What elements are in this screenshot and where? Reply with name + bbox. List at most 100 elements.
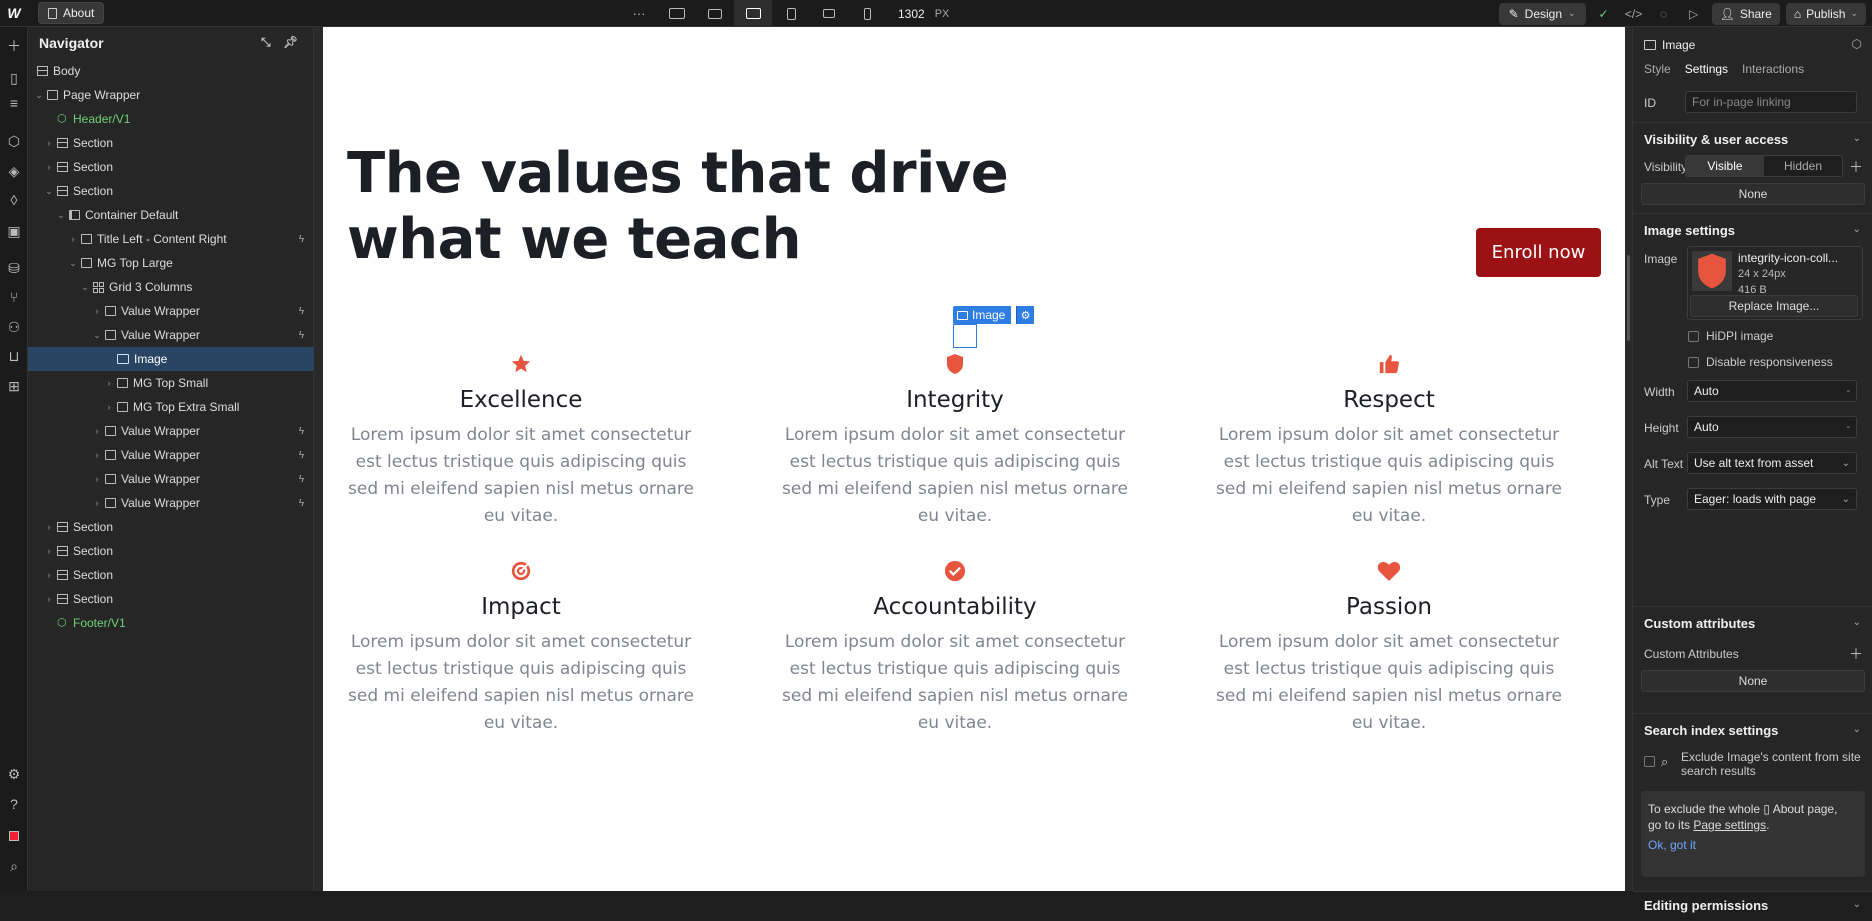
section-title[interactable]: Editing permissions xyxy=(1644,898,1768,913)
tree-item-footer-component[interactable]: ⬡ Footer/V1 xyxy=(28,611,314,635)
component-box-icon[interactable]: ⬡ xyxy=(1852,37,1862,51)
tree-item-value-wrapper[interactable]: › Value Wrapper ϟ xyxy=(28,443,314,467)
chevron-down-icon[interactable]: ⌄ xyxy=(34,90,44,101)
tree-item-section[interactable]: › Section xyxy=(28,131,314,155)
publish-button[interactable]: ⌂ Publish ⌄ xyxy=(1785,2,1866,25)
collapse-all-icon[interactable]: ⤡ xyxy=(261,35,271,50)
height-input[interactable]: Auto - xyxy=(1687,416,1857,438)
chevron-down-icon[interactable]: ⌄ xyxy=(1853,224,1861,235)
value-card-excellence[interactable]: Excellence Lorem ipsum dolor sit amet co… xyxy=(331,351,711,530)
chevron-right-icon[interactable]: › xyxy=(92,450,102,460)
chevron-down-icon[interactable]: ⌄ xyxy=(44,186,54,197)
chevron-down-icon[interactable]: ⌄ xyxy=(1853,617,1861,628)
chevron-right-icon[interactable]: › xyxy=(44,522,54,532)
share-button[interactable]: 👤︎ Share xyxy=(1711,2,1780,25)
design-canvas[interactable]: The values that drive what we teach Enro… xyxy=(323,27,1625,891)
tree-item-value-wrapper[interactable]: › Value Wrapper ϟ xyxy=(28,467,314,491)
breakpoint-tablet-button[interactable] xyxy=(772,0,810,27)
tree-item-container[interactable]: ⌄ Container Default xyxy=(28,203,314,227)
breakpoint-desktop-medium-button[interactable] xyxy=(696,0,734,27)
value-card-integrity[interactable]: Integrity Lorem ipsum dolor sit amet con… xyxy=(765,351,1145,530)
tree-item-mg-top-large[interactable]: ⌄ MG Top Large xyxy=(28,251,314,275)
tree-item-value-wrapper[interactable]: ⌄ Value Wrapper ϟ xyxy=(28,323,314,347)
enroll-now-button[interactable]: Enroll now xyxy=(1476,228,1601,277)
tree-item-section[interactable]: ⌄ Section xyxy=(28,179,314,203)
tree-item-image-selected[interactable]: Image xyxy=(28,347,314,371)
tree-item-section[interactable]: › Section xyxy=(28,563,314,587)
section-title[interactable]: Search index settings xyxy=(1644,723,1778,738)
tree-item-header-component[interactable]: ⬡ Header/V1 xyxy=(28,107,314,131)
variables-icon[interactable]: ◈ xyxy=(4,161,24,181)
chevron-right-icon[interactable]: › xyxy=(104,402,114,412)
page-settings-link[interactable]: Page settings xyxy=(1693,818,1766,832)
visible-option[interactable]: Visible xyxy=(1686,156,1764,176)
tree-item-section[interactable]: › Section xyxy=(28,155,314,179)
search-icon[interactable]: ⌕ xyxy=(4,856,24,876)
canvas-width-value[interactable]: 1302 xyxy=(898,7,925,21)
disable-responsiveness-checkbox[interactable] xyxy=(1688,357,1699,368)
section-title[interactable]: Visibility & user access xyxy=(1644,132,1788,147)
breakpoint-desktop-large-button[interactable] xyxy=(658,0,696,27)
canvas-scrollbar[interactable] xyxy=(1627,255,1630,341)
unit-dash[interactable]: - xyxy=(1847,422,1850,433)
logic-icon[interactable]: ⑂ xyxy=(4,287,24,307)
access-none-button[interactable]: None xyxy=(1641,183,1865,205)
chevron-right-icon[interactable]: › xyxy=(44,546,54,556)
add-icon[interactable]: ＋ xyxy=(4,36,24,56)
tree-item-grid[interactable]: ⌄ Grid 3 Columns xyxy=(28,275,314,299)
chevron-right-icon[interactable]: › xyxy=(44,138,54,148)
ok-got-it-button[interactable]: Ok, got it xyxy=(1648,837,1858,853)
value-card-accountability[interactable]: Accountability Lorem ipsum dolor sit ame… xyxy=(765,558,1145,737)
chevron-down-icon[interactable]: ⌄ xyxy=(1853,133,1861,144)
styles-icon[interactable]: ◊ xyxy=(4,190,24,210)
chevron-right-icon[interactable]: › xyxy=(92,426,102,436)
tree-item-title-left[interactable]: › Title Left - Content Right ϟ xyxy=(28,227,314,251)
tree-item-value-wrapper[interactable]: › Value Wrapper ϟ xyxy=(28,491,314,515)
hidden-option[interactable]: Hidden xyxy=(1764,156,1842,176)
selection-label[interactable]: Image xyxy=(953,306,1012,324)
chevron-right-icon[interactable]: › xyxy=(92,474,102,484)
help-icon[interactable]: ? xyxy=(4,794,24,814)
page-headline[interactable]: The values that drive what we teach xyxy=(347,141,1047,273)
ecommerce-icon[interactable]: ⊔ xyxy=(4,346,24,366)
tab-style[interactable]: Style xyxy=(1644,62,1671,76)
chevron-down-icon[interactable]: ⌄ xyxy=(92,330,102,341)
section-title[interactable]: Custom attributes xyxy=(1644,616,1755,631)
breakpoint-landscape-button[interactable] xyxy=(810,0,848,27)
breakpoint-desktop-base-button[interactable] xyxy=(734,0,772,27)
tree-item-value-wrapper[interactable]: › Value Wrapper ϟ xyxy=(28,419,314,443)
status-check-icon[interactable]: ✓ xyxy=(1592,3,1616,25)
alt-text-select[interactable]: Use alt text from asset ⌄ xyxy=(1687,452,1857,474)
loading-type-select[interactable]: Eager: loads with page ⌄ xyxy=(1687,488,1857,510)
width-input[interactable]: Auto - xyxy=(1687,380,1857,402)
chevron-down-icon[interactable]: ⌄ xyxy=(1853,899,1861,910)
tree-item-value-wrapper[interactable]: › Value Wrapper ϟ xyxy=(28,299,314,323)
more-options-button[interactable]: ··· xyxy=(620,0,658,27)
assets-icon[interactable]: ▣ xyxy=(4,221,24,241)
hidpi-checkbox[interactable] xyxy=(1688,331,1699,342)
chevron-down-icon[interactable]: ⌄ xyxy=(56,210,66,221)
tree-item-body[interactable]: Body xyxy=(28,59,314,83)
apps-icon[interactable]: ⊞ xyxy=(4,376,24,396)
id-input[interactable]: For in-page linking xyxy=(1685,91,1857,113)
tree-item-mg-top-extra-small[interactable]: › MG Top Extra Small xyxy=(28,395,314,419)
users-icon[interactable]: ⚇ xyxy=(4,317,24,337)
chevron-right-icon[interactable]: › xyxy=(68,234,78,244)
tree-item-section[interactable]: › Section xyxy=(28,587,314,611)
value-card-respect[interactable]: Respect Lorem ipsum dolor sit amet conse… xyxy=(1199,351,1579,530)
page-selector[interactable]: About xyxy=(38,2,105,24)
cms-icon[interactable]: ⛁ xyxy=(4,258,24,278)
chevron-right-icon[interactable]: › xyxy=(92,498,102,508)
exclude-search-checkbox[interactable] xyxy=(1644,756,1655,767)
unit-dash[interactable]: - xyxy=(1847,386,1850,397)
value-card-passion[interactable]: Passion Lorem ipsum dolor sit amet conse… xyxy=(1199,558,1579,737)
chevron-right-icon[interactable]: › xyxy=(104,378,114,388)
selection-settings-gear-icon[interactable]: ⚙ xyxy=(1016,306,1034,324)
navigator-icon[interactable]: ≡ xyxy=(4,93,24,113)
record-icon[interactable] xyxy=(4,826,24,846)
pages-icon[interactable]: ▯ xyxy=(4,68,24,88)
chevron-down-icon[interactable]: ⌄ xyxy=(1853,724,1861,735)
code-icon[interactable]: </> xyxy=(1622,3,1646,25)
preview-play-icon[interactable]: ▷ xyxy=(1682,3,1706,25)
add-icon[interactable]: ＋ xyxy=(1849,157,1863,177)
